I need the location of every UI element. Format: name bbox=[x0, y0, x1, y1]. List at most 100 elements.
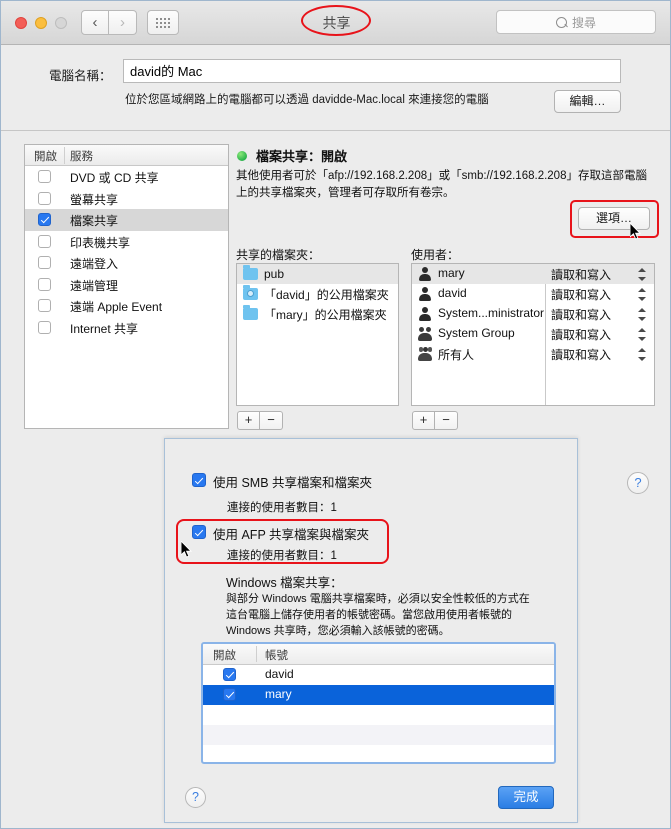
service-checkbox[interactable] bbox=[38, 213, 51, 226]
services-header-service: 服務 bbox=[70, 151, 93, 163]
service-row-remote-management[interactable]: 遠端管理 bbox=[25, 274, 228, 296]
services-list[interactable]: 開啟 服務 DVD 或 CD 共享 螢幕共享 檔案共享 印表機共享 遠端登入 遠… bbox=[24, 144, 229, 429]
service-row-remote-apple-event[interactable]: 遠端 Apple Event bbox=[25, 295, 228, 317]
user-name: System...ministrator bbox=[438, 306, 545, 320]
user-row[interactable]: david 讀取和寫入 bbox=[412, 284, 654, 304]
folder-icon bbox=[243, 265, 258, 280]
users-add-remove[interactable]: + − bbox=[412, 411, 458, 430]
computer-name-field[interactable]: david的 Mac bbox=[123, 59, 621, 83]
service-checkbox[interactable] bbox=[38, 320, 51, 334]
user-permission[interactable]: 讀取和寫入 bbox=[551, 286, 611, 303]
user-row[interactable]: 所有人 讀取和寫入 bbox=[412, 344, 654, 364]
search-input[interactable]: 搜尋 bbox=[496, 10, 656, 34]
user-row[interactable]: mary 讀取和寫入 bbox=[412, 264, 654, 284]
service-label: DVD 或 CD 共享 bbox=[70, 171, 159, 185]
service-row-printer-sharing[interactable]: 印表機共享 bbox=[25, 231, 228, 253]
services-list-header: 開啟 服務 bbox=[25, 145, 228, 166]
shared-folders-list[interactable]: pub 「david」的公用檔案夾 「mary」的公用檔案夾 bbox=[236, 263, 399, 406]
service-checkbox[interactable] bbox=[38, 170, 51, 183]
shared-folders-add-remove[interactable]: + − bbox=[237, 411, 283, 430]
users-list[interactable]: mary 讀取和寫入 david 讀取和寫入 System...ministra… bbox=[411, 263, 655, 406]
service-label: 遠端管理 bbox=[70, 278, 119, 293]
computer-name-label: 電腦名稱： bbox=[49, 69, 112, 83]
permission-stepper-icon[interactable] bbox=[638, 268, 646, 281]
accounts-header-on: 開啟 bbox=[213, 650, 236, 662]
user-name: mary bbox=[438, 266, 465, 280]
permission-stepper-icon[interactable] bbox=[638, 308, 646, 321]
service-row-internet-sharing[interactable]: Internet 共享 bbox=[25, 317, 228, 339]
computer-name-section: 電腦名稱： david的 Mac 位於您區域網路上的電腦都可以透過 davidd… bbox=[1, 45, 670, 131]
search-placeholder: 搜尋 bbox=[571, 15, 596, 30]
sheet-help-button[interactable]: ? bbox=[185, 787, 206, 808]
shared-folder-name: 「mary」的公用檔案夾 bbox=[264, 307, 387, 322]
service-checkbox[interactable] bbox=[38, 234, 51, 248]
group-icon bbox=[418, 327, 432, 341]
status-title: 檔案共享：開啟 bbox=[256, 149, 348, 164]
add-user-button[interactable]: + bbox=[412, 411, 435, 430]
user-permission[interactable]: 讀取和寫入 bbox=[551, 306, 611, 323]
shared-folder-name: 「david」的公用檔案夾 bbox=[264, 287, 389, 302]
accounts-table-header: 開啟 帳號 bbox=[203, 644, 554, 665]
person-icon bbox=[418, 287, 432, 301]
account-row-mary[interactable]: mary bbox=[203, 685, 554, 705]
windows-sharing-heading: Windows 檔案共享： bbox=[226, 576, 343, 590]
users-label: 使用者： bbox=[411, 248, 460, 262]
service-checkbox[interactable] bbox=[38, 256, 51, 269]
window-titlebar: ‹ › 共享 搜尋 bbox=[1, 1, 670, 45]
dropbox-folder-icon bbox=[243, 285, 258, 300]
account-checkbox[interactable] bbox=[223, 668, 236, 681]
user-row[interactable]: System Group 讀取和寫入 bbox=[412, 324, 654, 344]
everyone-icon bbox=[418, 346, 432, 361]
permission-stepper-icon[interactable] bbox=[638, 348, 646, 361]
shared-folders-label: 共享的檔案夾： bbox=[236, 248, 321, 262]
search-icon bbox=[555, 16, 567, 28]
status-indicator-dot bbox=[237, 151, 247, 161]
service-label: 遠端登入 bbox=[70, 257, 119, 271]
service-row-file-sharing[interactable]: 檔案共享 bbox=[25, 209, 228, 231]
smb-connected-count: 連接的使用者數目：1 bbox=[227, 502, 337, 514]
service-label: 印表機共享 bbox=[70, 235, 131, 250]
user-permission[interactable]: 讀取和寫入 bbox=[551, 326, 611, 343]
accounts-header-account: 帳號 bbox=[265, 650, 288, 662]
smb-label: 使用 SMB 共享檔案和檔案夾 bbox=[213, 476, 373, 490]
service-row-remote-login[interactable]: 遠端登入 bbox=[25, 252, 228, 274]
service-label: Internet 共享 bbox=[70, 321, 139, 336]
shared-folder-row[interactable]: 「mary」的公用檔案夾 bbox=[237, 304, 398, 324]
account-row-david[interactable]: david bbox=[203, 665, 554, 685]
service-checkbox[interactable] bbox=[38, 277, 51, 291]
user-permission[interactable]: 讀取和寫入 bbox=[551, 266, 611, 283]
user-row[interactable]: System...ministrator 讀取和寫入 bbox=[412, 304, 654, 324]
service-checkbox[interactable] bbox=[38, 299, 51, 312]
account-row-empty bbox=[203, 705, 554, 725]
account-row-empty bbox=[203, 725, 554, 745]
afp-connected-count: 連接的使用者數目：1 bbox=[227, 550, 337, 562]
afp-checkbox[interactable] bbox=[192, 525, 206, 539]
smb-checkbox[interactable] bbox=[192, 473, 206, 487]
services-header-divider bbox=[64, 147, 65, 164]
done-button[interactable]: 完成 bbox=[498, 786, 554, 809]
service-checkbox[interactable] bbox=[38, 191, 51, 205]
permission-stepper-icon[interactable] bbox=[638, 288, 646, 301]
user-permission[interactable]: 讀取和寫入 bbox=[551, 346, 611, 363]
shared-folder-name: pub bbox=[264, 267, 285, 281]
add-folder-button[interactable]: + bbox=[237, 411, 260, 430]
person-icon bbox=[418, 267, 432, 281]
edit-button[interactable]: 編輯… bbox=[554, 90, 621, 113]
shared-folder-row[interactable]: pub bbox=[237, 264, 398, 284]
account-checkbox[interactable] bbox=[223, 688, 236, 701]
remove-folder-button[interactable]: − bbox=[260, 411, 283, 430]
windows-accounts-table[interactable]: 開啟 帳號 david mary bbox=[201, 642, 556, 764]
options-button[interactable]: 選項… bbox=[578, 207, 650, 230]
service-label: 檔案共享 bbox=[70, 214, 119, 228]
shared-folder-row[interactable]: 「david」的公用檔案夾 bbox=[237, 284, 398, 304]
person-icon bbox=[418, 307, 432, 321]
account-name: david bbox=[265, 667, 294, 681]
remove-user-button[interactable]: − bbox=[435, 411, 458, 430]
afp-checkbox-row[interactable]: 使用 AFP 共享檔案與檔案夾 bbox=[192, 524, 369, 543]
accounts-header-divider bbox=[256, 646, 257, 662]
permission-stepper-icon[interactable] bbox=[638, 328, 646, 341]
service-row-screen-sharing[interactable]: 螢幕共享 bbox=[25, 188, 228, 210]
service-row-dvd-cd-sharing[interactable]: DVD 或 CD 共享 bbox=[25, 166, 228, 188]
smb-checkbox-row[interactable]: 使用 SMB 共享檔案和檔案夾 bbox=[192, 472, 372, 491]
help-button[interactable]: ? bbox=[627, 472, 649, 494]
